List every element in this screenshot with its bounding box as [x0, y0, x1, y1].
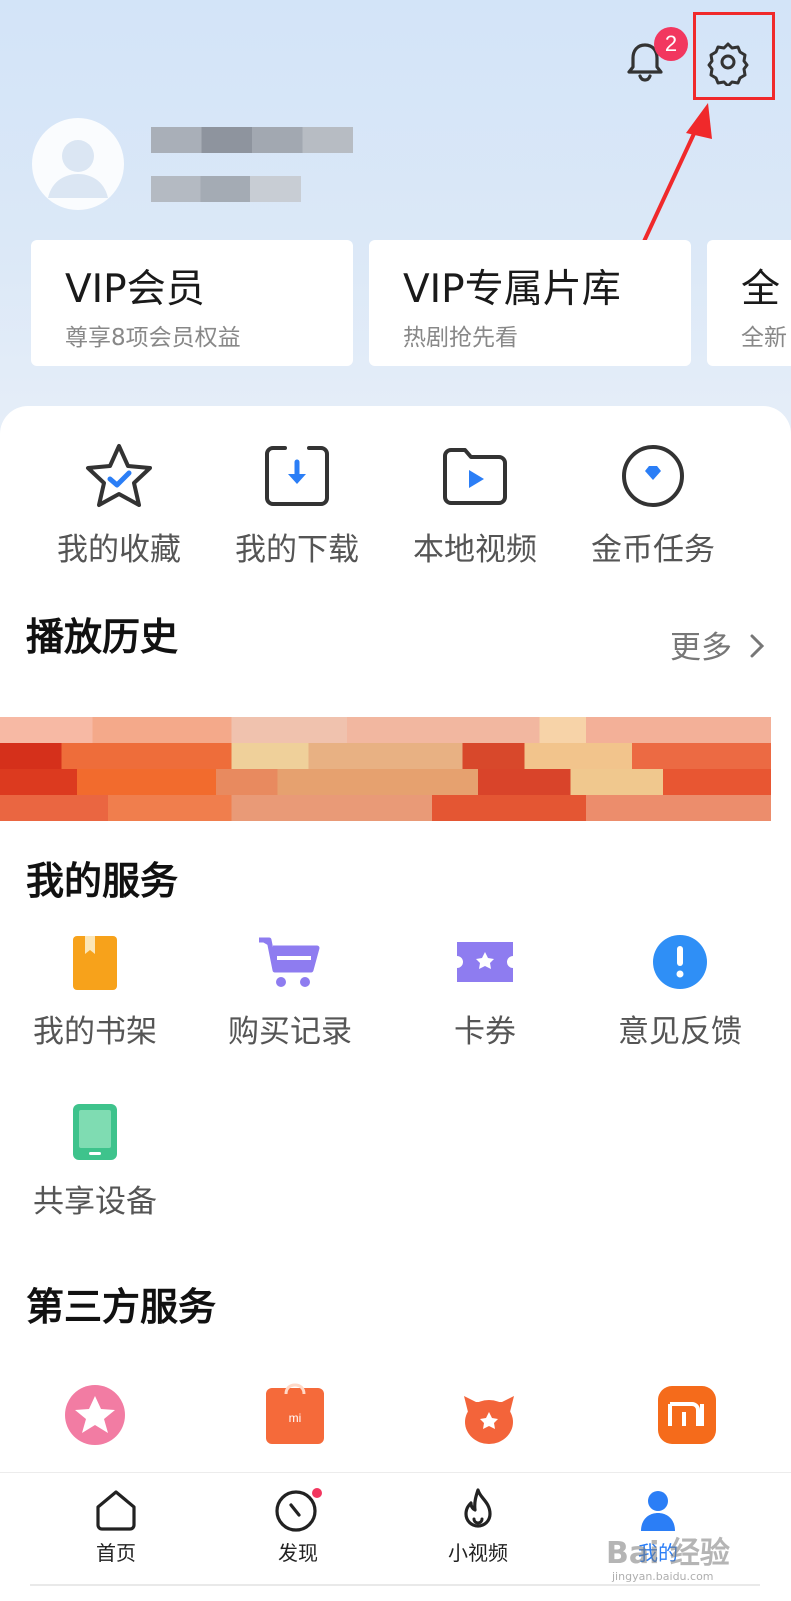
ticket-icon — [457, 942, 513, 982]
notification-badge: 2 — [654, 27, 688, 61]
nav-discover-label: 发现 — [278, 1541, 318, 1565]
local-video-label: 本地视频 — [413, 532, 537, 568]
avatar[interactable] — [32, 118, 124, 210]
tablet-icon — [73, 1104, 117, 1160]
compass-icon — [275, 1488, 322, 1532]
purchase-records-item[interactable]: 购买记录 — [199, 932, 381, 1051]
username-mosaic — [151, 127, 353, 153]
history-thumbnails-mosaic — [0, 717, 771, 821]
shared-device-label: 共享设备 — [33, 1184, 157, 1220]
star-icon — [86, 444, 152, 507]
cart-icon — [259, 937, 320, 987]
flame-icon — [464, 1488, 492, 1528]
user-id-mosaic — [151, 176, 301, 202]
mi-shop-app-icon[interactable]: mi — [262, 1382, 328, 1448]
vip-card-subtitle: 尊享8项会员权益 — [65, 325, 241, 351]
vip-card-title: 全 — [741, 267, 781, 312]
vip-card-membership[interactable]: VIP会员 尊享8项会员权益 — [31, 240, 353, 366]
local-video-action[interactable]: 本地视频 — [390, 442, 560, 569]
coin-icon — [622, 445, 684, 507]
bookshelf-label: 我的书架 — [33, 1014, 157, 1050]
mi-logo-app-icon[interactable] — [654, 1382, 720, 1448]
coin-task-label: 金币任务 — [591, 532, 715, 568]
history-more-link[interactable]: 更多 — [670, 622, 732, 667]
chevron-right-icon[interactable] — [748, 632, 766, 660]
mi-bunny-app-icon[interactable] — [456, 1382, 522, 1448]
feedback-icon — [653, 935, 707, 989]
vip-card-title: VIP专属片库 — [403, 267, 621, 312]
pink-star-app-icon[interactable] — [62, 1382, 128, 1448]
downloads-action[interactable]: 我的下载 — [212, 442, 382, 569]
gear-icon[interactable] — [704, 38, 752, 86]
user-icon — [641, 1491, 675, 1531]
nav-short-video[interactable]: 小视频 — [418, 1487, 538, 1566]
feedback-item[interactable]: 意见反馈 — [589, 932, 771, 1051]
home-icon — [96, 1490, 136, 1531]
download-icon — [265, 446, 329, 506]
folder-video-icon — [443, 448, 507, 505]
coupons-item[interactable]: 卡券 — [394, 932, 576, 1051]
bookshelf-icon — [73, 936, 117, 990]
home-indicator-line — [30, 1584, 760, 1586]
favorites-action[interactable]: 我的收藏 — [34, 442, 204, 569]
nav-home[interactable]: 首页 — [56, 1487, 176, 1566]
nav-discover[interactable]: 发现 — [238, 1487, 358, 1566]
nav-home-label: 首页 — [96, 1541, 136, 1565]
my-services-title: 我的服务 — [26, 859, 179, 903]
watermark-url: jingyan.baidu.com — [612, 1570, 714, 1583]
coupons-label: 卡券 — [454, 1014, 516, 1050]
vip-card-subtitle: 全新 — [741, 325, 787, 351]
purchase-records-label: 购买记录 — [228, 1014, 352, 1050]
user-avatar-icon — [48, 140, 108, 198]
watermark-brand: Bai 经验 — [606, 1536, 730, 1571]
history-title: 播放历史 — [26, 615, 179, 659]
vip-card-subtitle: 热剧抢先看 — [403, 325, 518, 351]
vip-card-title: VIP会员 — [65, 267, 205, 312]
vip-card-partial[interactable]: 全 全新 — [707, 240, 791, 366]
downloads-label: 我的下载 — [235, 532, 359, 568]
svg-text:mi: mi — [289, 1411, 302, 1425]
feedback-label: 意见反馈 — [618, 1014, 742, 1050]
nav-short-video-label: 小视频 — [448, 1541, 508, 1565]
vip-card-library[interactable]: VIP专属片库 热剧抢先看 — [369, 240, 691, 366]
favorites-label: 我的收藏 — [57, 532, 181, 568]
bookshelf-item[interactable]: 我的书架 — [4, 932, 186, 1051]
coin-task-action[interactable]: 金币任务 — [568, 442, 738, 569]
third-party-title: 第三方服务 — [26, 1285, 217, 1329]
shared-device-item[interactable]: 共享设备 — [4, 1102, 186, 1221]
